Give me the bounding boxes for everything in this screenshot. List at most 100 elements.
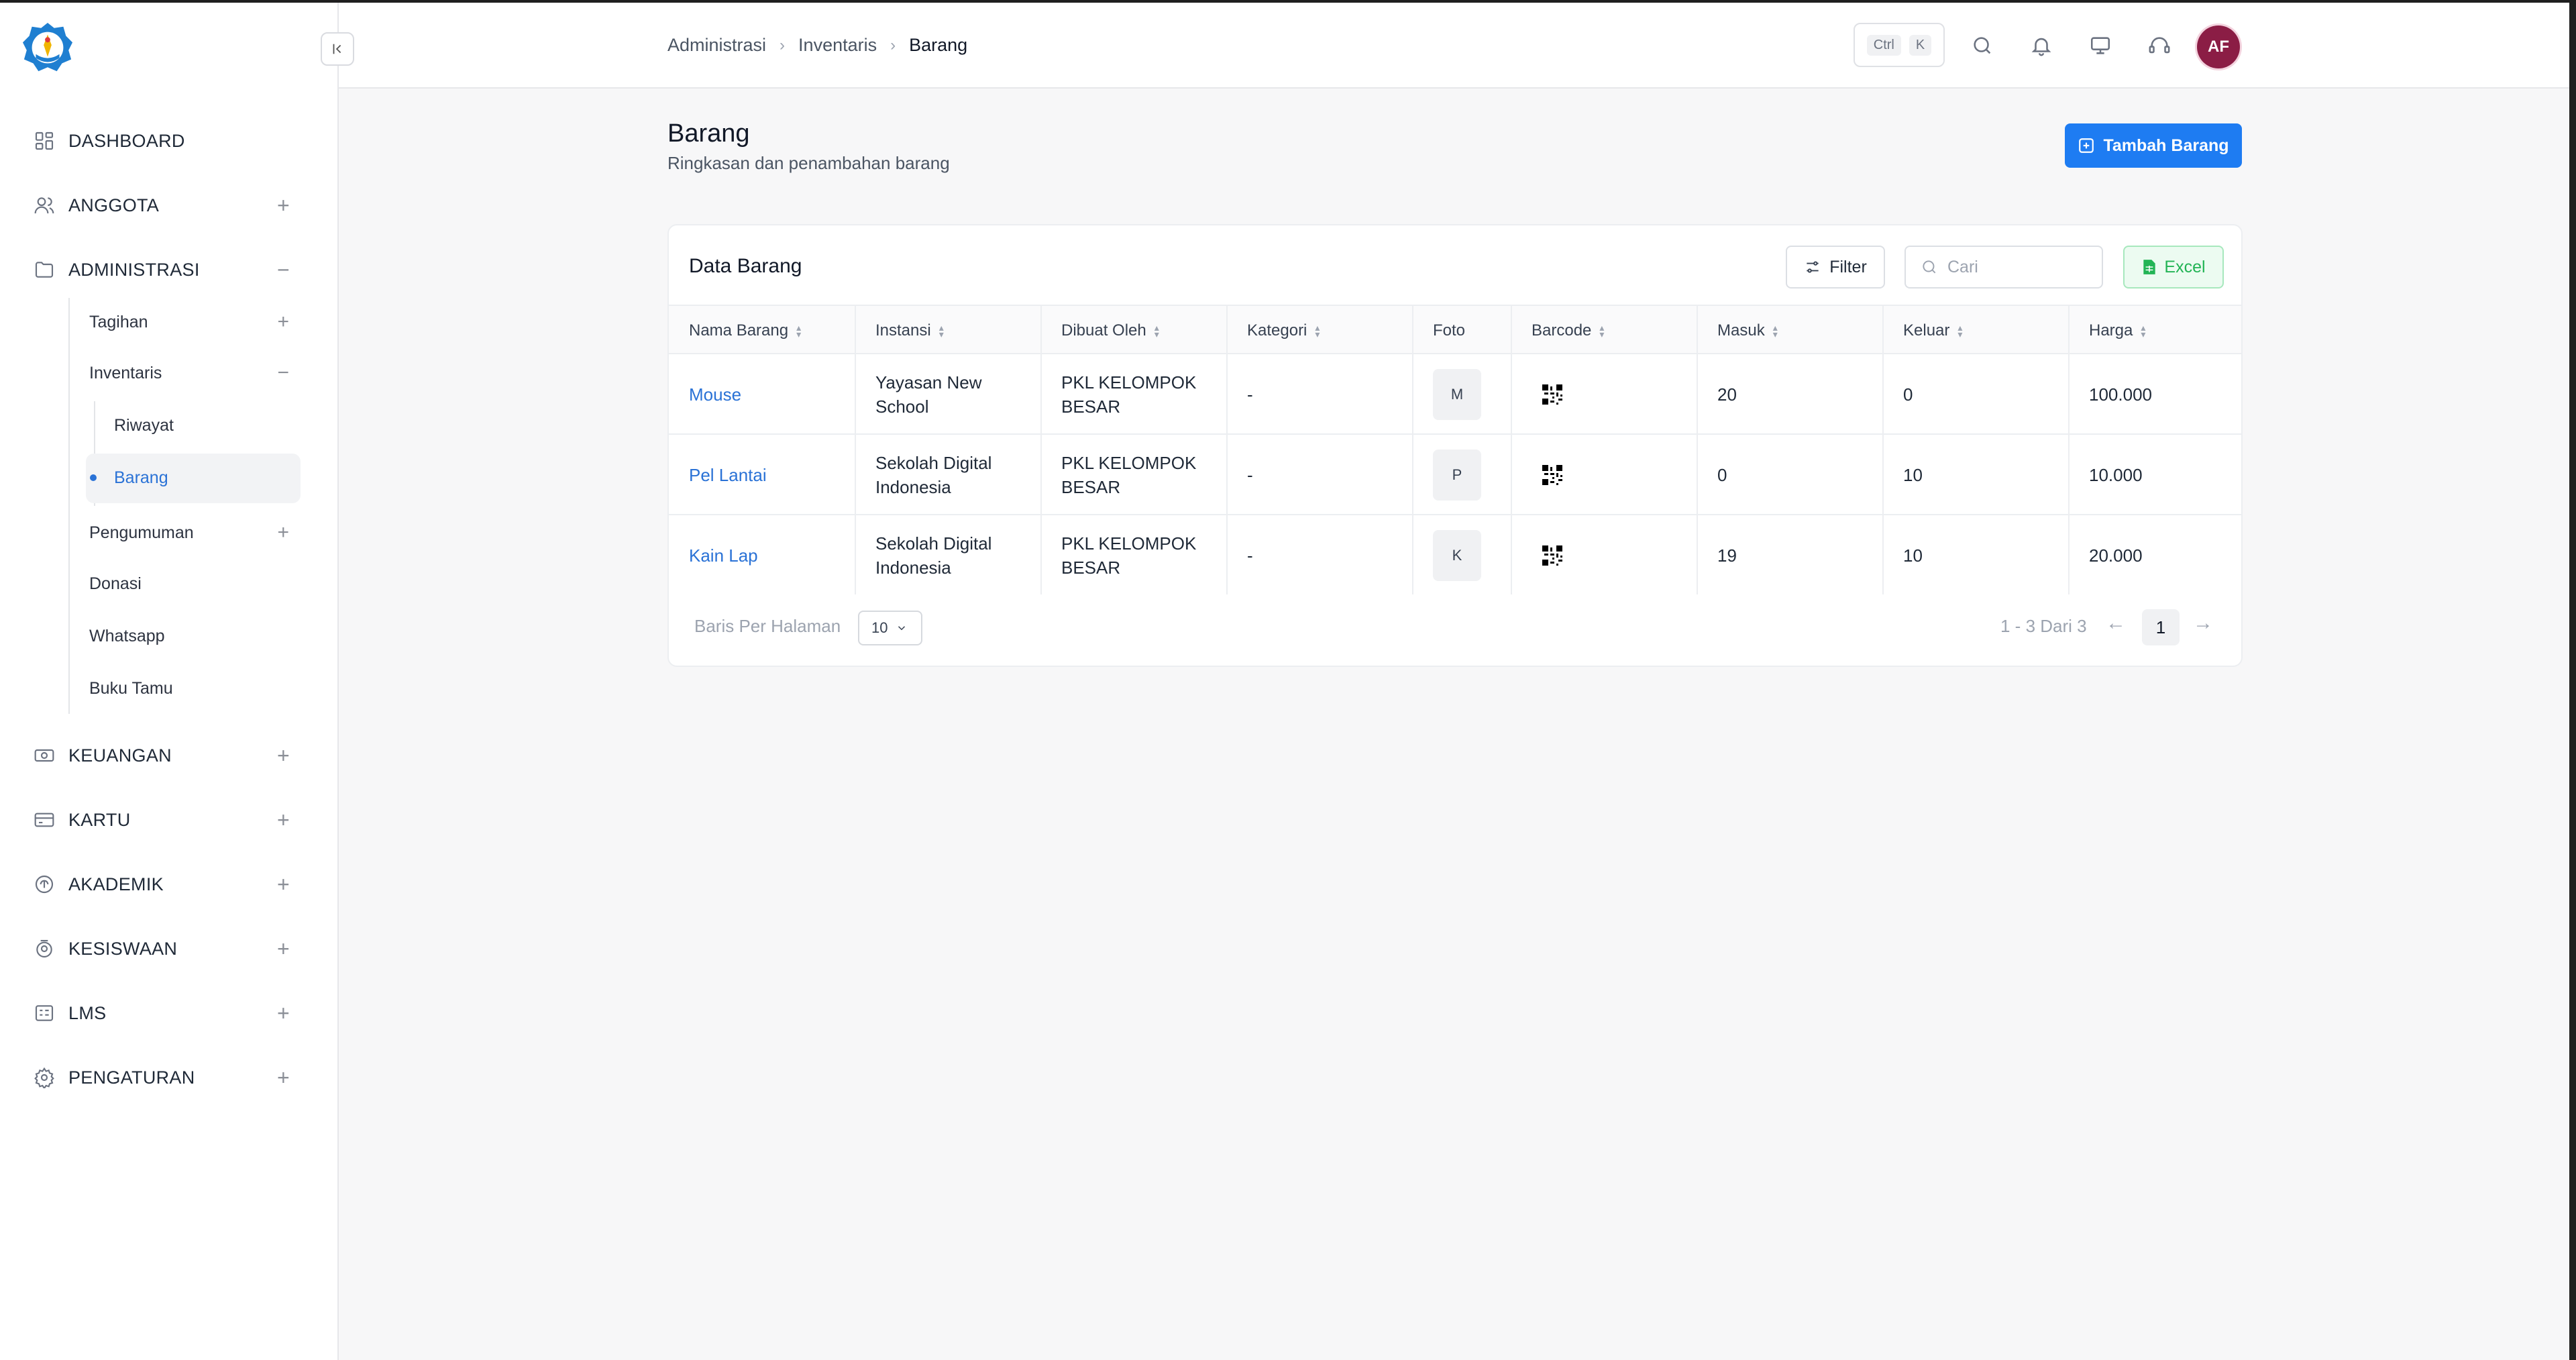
expand-icon[interactable]: + (277, 808, 290, 833)
rows-per-page-label: Baris Per Halaman (694, 616, 841, 636)
sidebar-item-label: KEUANGAN (68, 745, 172, 766)
page-1-button[interactable]: 1 (2142, 609, 2180, 645)
monitor-icon[interactable] (2087, 32, 2114, 59)
barcode-cell (1511, 435, 1562, 515)
column-header-harga[interactable]: Harga ▴ ▾ (2069, 306, 2241, 356)
sidebar-item-label: Barang (114, 468, 168, 487)
sidebar-item-tagihan[interactable]: Tagihan + (89, 302, 301, 342)
expand-icon[interactable]: + (277, 743, 290, 768)
expand-icon[interactable]: + (277, 311, 289, 333)
sidebar-item-kesiswaan[interactable]: KESISWAAN + (32, 929, 294, 969)
sidebar-item-akademik[interactable]: AKADEMIK + (32, 864, 294, 904)
sidebar-item-donasi[interactable]: Donasi (89, 564, 301, 604)
instansi-cell: Yayasan New School (855, 354, 982, 435)
sort-icon[interactable]: ▴ ▾ (1773, 323, 1778, 339)
avatar[interactable]: AF (2197, 25, 2240, 68)
sidebar-item-anggota[interactable]: ANGGOTA + (32, 185, 294, 225)
foto-placeholder[interactable]: M (1433, 369, 1481, 420)
masuk-cell: 20 (1717, 384, 1737, 405)
column-label: Dibuat Oleh (1061, 321, 1146, 339)
sidebar-item-label: PENGATURAN (68, 1067, 195, 1088)
sidebar-item-pengumuman[interactable]: Pengumuman + (89, 513, 301, 553)
sidebar-item-administrasi[interactable]: ADMINISTRASI − (32, 250, 294, 290)
bell-icon[interactable] (2028, 32, 2055, 59)
lms-icon (32, 1001, 56, 1025)
column-header-instansi[interactable]: Instansi ▴ ▾ (855, 306, 1041, 356)
add-barang-button[interactable]: Tambah Barang (2065, 123, 2242, 168)
sort-icon[interactable]: ▴ ▾ (2141, 323, 2145, 339)
sort-icon[interactable]: ▴ ▾ (1599, 323, 1604, 339)
column-header-keluar[interactable]: Keluar ▴ ▾ (1883, 306, 2069, 356)
sidebar-item-inventaris[interactable]: Inventaris − (89, 353, 301, 393)
item-name-link[interactable]: Kain Lap (669, 515, 758, 596)
foto-cell: K (1413, 515, 1481, 596)
filter-button[interactable]: Filter (1786, 246, 1885, 289)
sidebar-item-riwayat[interactable]: Riwayat (114, 405, 295, 446)
filter-label: Filter (1829, 257, 1867, 276)
card-icon (32, 808, 56, 832)
collapse-icon[interactable]: − (277, 362, 289, 384)
sort-icon[interactable]: ▴ ▾ (1155, 323, 1159, 339)
sidebar-item-keuangan[interactable]: KEUANGAN + (32, 735, 294, 776)
breadcrumb-inventaris[interactable]: Inventaris (798, 35, 877, 56)
expand-icon[interactable]: + (277, 521, 289, 544)
instansi-cell: Sekolah Digital Indonesia (855, 515, 991, 596)
sidebar-item-kartu[interactable]: KARTU + (32, 800, 294, 840)
sidebar-item-buku-tamu[interactable]: Buku Tamu (89, 668, 301, 709)
instansi-line: Yayasan New (875, 372, 982, 393)
prev-page-arrow-icon[interactable]: ← (2106, 612, 2126, 635)
sidebar-item-barang[interactable]: Barang (90, 458, 291, 498)
sidebar-item-whatsapp[interactable]: Whatsapp (89, 616, 301, 656)
item-name-link[interactable]: Mouse (669, 354, 741, 435)
collapse-sidebar-button[interactable] (321, 32, 354, 66)
foto-placeholder[interactable]: P (1433, 450, 1481, 501)
table-footer: Baris Per Halaman 10 1 - 3 Dari 3 ← 1 → (669, 603, 2241, 653)
table-row: Pel Lantai Sekolah Digital Indonesia PKL … (669, 435, 2241, 515)
column-header-masuk[interactable]: Masuk ▴ ▾ (1697, 306, 1883, 356)
sidebar-item-lms[interactable]: LMS + (32, 993, 294, 1033)
item-name-link[interactable]: Pel Lantai (669, 435, 767, 515)
foto-placeholder[interactable]: K (1433, 530, 1481, 581)
expand-icon[interactable]: + (277, 193, 290, 218)
sidebar-item-label: Buku Tamu (89, 678, 173, 698)
add-barang-label: Tambah Barang (2103, 136, 2229, 155)
collapse-icon[interactable]: − (277, 258, 290, 282)
column-header-dibuat-oleh[interactable]: Dibuat Oleh ▴ ▾ (1041, 306, 1227, 356)
chevron-right-icon: › (890, 36, 896, 54)
sort-icon[interactable]: ▴ ▾ (1957, 323, 1962, 339)
search-field[interactable] (1904, 246, 2103, 289)
sidebar-item-pengaturan[interactable]: PENGATURAN + (32, 1057, 294, 1098)
sidebar-item-label: Whatsapp (89, 626, 165, 645)
command-palette-shortcut[interactable]: Ctrl K (1854, 23, 1945, 67)
sidebar-item-dashboard[interactable]: DASHBOARD (32, 121, 294, 161)
keluar-cell: 10 (1903, 545, 1923, 566)
expand-icon[interactable]: + (277, 937, 290, 961)
next-page-arrow-icon[interactable]: → (2193, 612, 2213, 635)
sort-icon[interactable]: ▴ ▾ (1315, 323, 1320, 339)
qr-code-icon[interactable] (1542, 465, 1562, 485)
school-logo[interactable] (21, 21, 74, 74)
data-barang-card: Data Barang Filter Excel Nama Barang ▴▾ I… (667, 224, 2243, 667)
table-row: Mouse Yayasan New School PKL KELOMPOK BESA… (669, 354, 2241, 435)
sidebar-item-label: Inventaris (89, 363, 162, 382)
sort-icon[interactable]: ▴ ▾ (939, 323, 944, 339)
expand-icon[interactable]: + (277, 1001, 290, 1026)
excel-export-button[interactable]: Excel (2123, 246, 2224, 289)
sort-icon[interactable]: ▴ ▾ (796, 323, 801, 339)
column-header-kategori[interactable]: Kategori ▴ ▾ (1227, 306, 1413, 356)
table-row: Kain Lap Sekolah Digital Indonesia PKL KE… (669, 515, 2241, 596)
search-input[interactable] (1947, 257, 2088, 277)
column-header-nama-barang[interactable]: Nama Barang ▴ ▾ (669, 306, 855, 356)
search-icon[interactable] (1969, 32, 1996, 59)
expand-icon[interactable]: + (277, 1065, 290, 1090)
dibuat-line: BESAR (1061, 477, 1121, 497)
expand-icon[interactable]: + (277, 872, 290, 897)
column-header-barcode[interactable]: Barcode ▴ ▾ (1511, 306, 1697, 356)
support-icon[interactable] (2146, 32, 2173, 59)
sliders-icon (1807, 261, 1819, 273)
dashboard-icon (32, 129, 56, 153)
breadcrumb-administrasi[interactable]: Administrasi (667, 35, 766, 56)
qr-code-icon[interactable] (1542, 545, 1562, 566)
rows-per-page-select[interactable]: 10 (858, 611, 922, 645)
qr-code-icon[interactable] (1542, 384, 1562, 405)
